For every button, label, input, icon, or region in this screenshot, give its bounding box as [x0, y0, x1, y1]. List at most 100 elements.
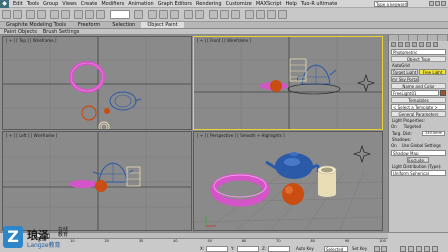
move-icon[interactable] — [74, 10, 83, 19]
unlink-icon[interactable] — [37, 10, 46, 19]
template-select[interactable]: < Select a Template > — [391, 104, 446, 110]
viewport-perspective[interactable]: [ + ] [ Perspective ] [ Smooth + Highlig… — [193, 131, 383, 231]
select-by-name-icon[interactable] — [61, 10, 70, 19]
object-type-rollout[interactable]: Object Type — [391, 56, 446, 62]
mr-sky-portal-button[interactable]: mr Sky Portal — [391, 76, 419, 82]
target-distance-spinner[interactable]: 240.0mm — [422, 131, 445, 136]
menu-edit[interactable]: Edit — [13, 1, 23, 7]
name-color-rollout[interactable]: Name and Color — [391, 83, 446, 89]
light-distribution-select[interactable]: Uniform Spherical — [391, 170, 446, 176]
pivot-icon[interactable] — [134, 10, 143, 19]
menu-graph-editors[interactable]: Graph Editors — [158, 1, 192, 7]
material-editor-icon[interactable] — [245, 10, 254, 19]
helpers-icon[interactable] — [419, 42, 424, 47]
app-logo[interactable]: ◆ — [0, 0, 9, 8]
minimize-icon[interactable] — [429, 1, 434, 6]
autogrid-checkbox[interactable]: AutoGrid — [392, 63, 445, 68]
set-key-button[interactable]: Set Key — [352, 246, 367, 252]
viewport-left-label[interactable]: [ + ] [ Left ] [ Wireframe ] — [6, 133, 57, 138]
menu-views[interactable]: Views — [62, 1, 76, 7]
reference-coord-select[interactable] — [110, 10, 130, 19]
mirror-icon[interactable] — [184, 10, 193, 19]
geometry-icon[interactable] — [391, 42, 396, 47]
menu-maxscript[interactable]: MAXScript — [256, 1, 282, 7]
menu-customize[interactable]: Customize — [226, 1, 252, 7]
menu-modifiers[interactable]: Modifiers — [101, 1, 124, 7]
zoom-all-icon[interactable] — [408, 246, 414, 252]
systems-icon[interactable] — [433, 42, 438, 47]
percent-snap-icon[interactable] — [170, 10, 179, 19]
x-coordinate-field[interactable] — [206, 246, 228, 252]
menu-plugin[interactable]: Tuo-R ultimate — [301, 1, 337, 7]
object-color-swatch[interactable] — [440, 90, 446, 96]
shapes-icon[interactable] — [398, 42, 403, 47]
angle-snap-icon[interactable] — [159, 10, 168, 19]
brush-settings-label[interactable]: Brush Settings — [43, 29, 80, 35]
lights-icon[interactable] — [405, 42, 410, 47]
viewport-front[interactable]: [ + ] [ Front ] [ Wireframe ] — [193, 36, 383, 130]
light-on-checkbox[interactable]: On — [391, 124, 397, 129]
layer-icon[interactable] — [209, 10, 218, 19]
schematic-icon[interactable] — [231, 10, 240, 19]
redo-icon[interactable] — [13, 10, 22, 19]
align-icon[interactable] — [195, 10, 204, 19]
menu-animation[interactable]: Animation — [128, 1, 154, 7]
menu-create[interactable]: Create — [81, 1, 98, 7]
object-name-field[interactable]: FreeLight01 — [391, 90, 439, 96]
menu-rendering[interactable]: Rendering — [196, 1, 222, 7]
maximize-icon[interactable] — [435, 1, 440, 6]
maximize-viewport-icon[interactable] — [432, 246, 438, 252]
global-settings-checkbox[interactable]: Use Global Settings — [402, 143, 441, 148]
auto-key-button[interactable]: Auto Key — [296, 246, 314, 252]
scale-icon[interactable] — [96, 10, 105, 19]
exclude-button[interactable]: Exclude... — [407, 157, 429, 163]
y-coordinate-field[interactable] — [237, 246, 259, 252]
menu-help[interactable]: Help — [286, 1, 297, 7]
viewport-top-label[interactable]: [ + ] [ Top ] [ Wireframe ] — [6, 38, 57, 43]
viewport-front-label[interactable]: [ + ] [ Front ] [ Wireframe ] — [197, 38, 251, 43]
tab-utilities[interactable] — [438, 35, 448, 41]
tab-freeform[interactable]: Freeform — [72, 22, 106, 28]
templates-rollout[interactable]: Templates — [391, 97, 446, 103]
shadows-on-checkbox[interactable]: On — [391, 143, 397, 148]
viewport-perspective-label[interactable]: [ + ] [ Perspective ] [ Smooth + Highlig… — [197, 133, 285, 138]
viewport-left[interactable]: [ + ] [ Left ] [ Wireframe ] — [2, 131, 192, 231]
link-icon[interactable] — [26, 10, 35, 19]
render-setup-icon[interactable] — [256, 10, 265, 19]
general-parameters-rollout[interactable]: General Parameters — [391, 111, 446, 117]
pan-icon[interactable] — [416, 246, 422, 252]
tab-hierarchy[interactable] — [409, 35, 419, 41]
shadow-type-select[interactable]: Shadow Map — [391, 150, 446, 156]
select-icon[interactable] — [50, 10, 59, 19]
search-input[interactable]: Type a keyword or phrase — [374, 1, 408, 12]
tab-create[interactable] — [389, 35, 399, 41]
free-light-button[interactable]: Free Light — [419, 69, 446, 75]
tab-selection[interactable]: Selection — [106, 22, 141, 28]
tab-modify[interactable] — [399, 35, 409, 41]
spacewarps-icon[interactable] — [426, 42, 431, 47]
viewport-top[interactable]: [ + ] [ Top ] [ Wireframe ] — [2, 36, 192, 130]
tab-motion[interactable] — [418, 35, 429, 41]
paint-objects-label[interactable]: Paint Objects — [4, 29, 37, 35]
close-icon[interactable] — [441, 1, 446, 6]
selection-filter-select[interactable]: Selected — [324, 246, 348, 252]
cameras-icon[interactable] — [412, 42, 417, 47]
next-frame-icon[interactable] — [381, 246, 387, 252]
curve-editor-icon[interactable] — [220, 10, 229, 19]
tab-graphite[interactable]: Graphite Modeling Tools — [0, 22, 72, 28]
snap-icon[interactable] — [148, 10, 157, 19]
play-icon[interactable] — [374, 246, 380, 252]
render-icon[interactable] — [278, 10, 287, 19]
z-coordinate-field[interactable] — [268, 246, 290, 252]
zoom-icon[interactable] — [400, 246, 406, 252]
light-category-select[interactable]: Photometric — [391, 49, 446, 55]
render-frame-icon[interactable] — [267, 10, 276, 19]
tab-object-paint[interactable]: Object Paint — [141, 22, 184, 28]
orbit-icon[interactable] — [424, 246, 430, 252]
target-light-button[interactable]: Target Light — [391, 69, 418, 75]
undo-icon[interactable] — [2, 10, 11, 19]
tab-display[interactable] — [428, 35, 439, 41]
menu-group[interactable]: Group — [43, 1, 58, 7]
rotate-icon[interactable] — [85, 10, 94, 19]
targeted-checkbox[interactable]: Targeted — [404, 124, 421, 129]
